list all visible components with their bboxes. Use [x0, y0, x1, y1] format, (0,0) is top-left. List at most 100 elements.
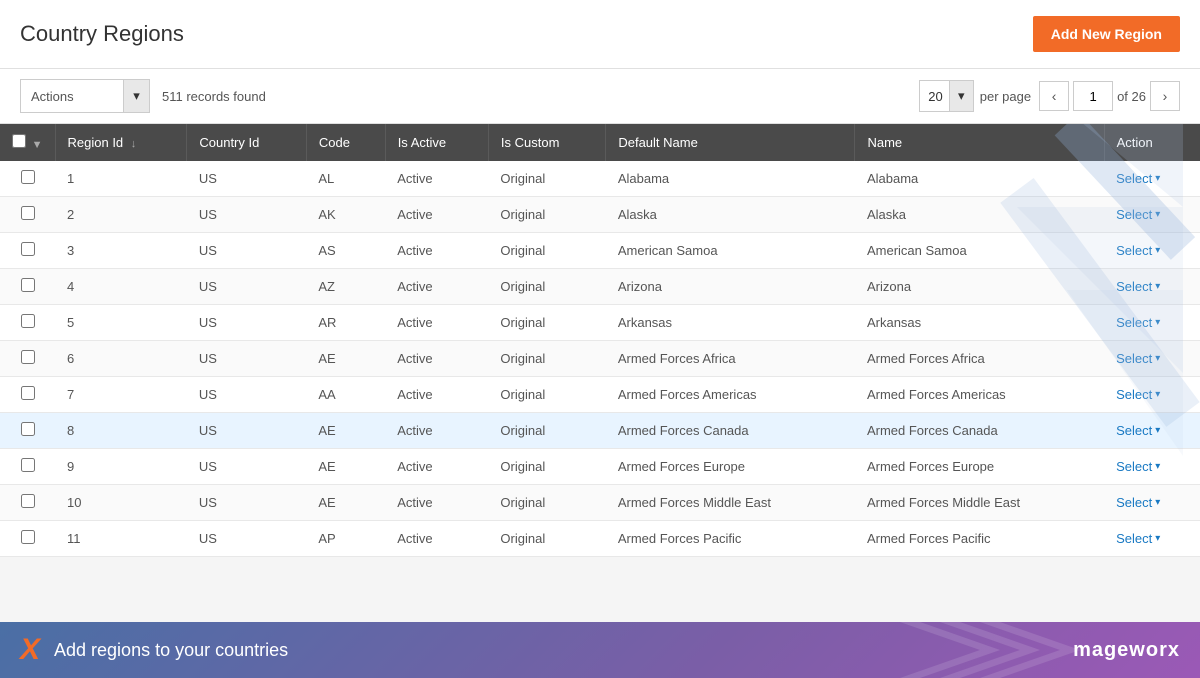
- row-code: AA: [306, 377, 385, 413]
- row-action-cell[interactable]: Select ▾: [1104, 305, 1200, 341]
- select-caret-icon: ▾: [1155, 209, 1160, 220]
- row-checkbox-cell[interactable]: [0, 233, 55, 269]
- row-action-cell[interactable]: Select ▾: [1104, 197, 1200, 233]
- row-is-custom: Original: [488, 341, 605, 377]
- row-name: Alaska: [855, 197, 1104, 233]
- row-is-active: Active: [385, 197, 488, 233]
- page-number-input[interactable]: [1073, 81, 1113, 111]
- th-name[interactable]: Name: [855, 124, 1104, 161]
- th-code[interactable]: Code: [306, 124, 385, 161]
- row-region-id: 8: [55, 413, 187, 449]
- th-action[interactable]: Action: [1104, 124, 1200, 161]
- header-sort-arrow: ▼: [32, 139, 43, 151]
- row-is-active: Active: [385, 341, 488, 377]
- row-checkbox-cell[interactable]: [0, 305, 55, 341]
- row-checkbox[interactable]: [21, 386, 35, 400]
- row-region-id: 11: [55, 521, 187, 557]
- row-select-link[interactable]: Select ▾: [1116, 423, 1188, 438]
- th-region-id[interactable]: Region Id ↓: [55, 124, 187, 161]
- footer-left: X Add regions to your countries: [20, 633, 288, 667]
- row-default-name: Arkansas: [606, 305, 855, 341]
- row-select-link[interactable]: Select ▾: [1116, 351, 1188, 366]
- row-code: AE: [306, 341, 385, 377]
- row-is-active: Active: [385, 521, 488, 557]
- x-icon: X: [20, 633, 40, 667]
- select-caret-icon: ▾: [1155, 245, 1160, 256]
- row-checkbox-cell[interactable]: [0, 161, 55, 197]
- th-default-name[interactable]: Default Name: [606, 124, 855, 161]
- add-new-region-button[interactable]: Add New Region: [1033, 16, 1180, 52]
- row-checkbox[interactable]: [21, 314, 35, 328]
- row-code: AS: [306, 233, 385, 269]
- footer-tagline: Add regions to your countries: [54, 640, 288, 661]
- th-is-active[interactable]: Is Active: [385, 124, 488, 161]
- prev-page-button[interactable]: ‹: [1039, 81, 1069, 111]
- row-checkbox-cell[interactable]: [0, 485, 55, 521]
- row-select-link[interactable]: Select ▾: [1116, 387, 1188, 402]
- row-checkbox[interactable]: [21, 494, 35, 508]
- row-action-cell[interactable]: Select ▾: [1104, 413, 1200, 449]
- row-select-link[interactable]: Select ▾: [1116, 459, 1188, 474]
- row-checkbox-cell[interactable]: [0, 269, 55, 305]
- row-code: AK: [306, 197, 385, 233]
- row-action-cell[interactable]: Select ▾: [1104, 521, 1200, 557]
- row-select-link[interactable]: Select ▾: [1116, 171, 1188, 186]
- row-checkbox[interactable]: [21, 350, 35, 364]
- row-select-link[interactable]: Select ▾: [1116, 315, 1188, 330]
- row-checkbox[interactable]: [21, 170, 35, 184]
- row-select-link[interactable]: Select ▾: [1116, 531, 1188, 546]
- row-checkbox-cell[interactable]: [0, 341, 55, 377]
- row-checkbox[interactable]: [21, 206, 35, 220]
- row-checkbox[interactable]: [21, 422, 35, 436]
- row-select-link[interactable]: Select ▾: [1116, 279, 1188, 294]
- row-action-cell[interactable]: Select ▾: [1104, 269, 1200, 305]
- row-checkbox-cell[interactable]: [0, 449, 55, 485]
- per-page-arrow: ▾: [949, 81, 973, 111]
- row-country-id: US: [187, 233, 306, 269]
- row-checkbox[interactable]: [21, 530, 35, 544]
- row-select-link[interactable]: Select ▾: [1116, 495, 1188, 510]
- row-name: Armed Forces Pacific: [855, 521, 1104, 557]
- row-default-name: Armed Forces Pacific: [606, 521, 855, 557]
- select-caret-icon: ▾: [1155, 281, 1160, 292]
- row-region-id: 6: [55, 341, 187, 377]
- row-checkbox[interactable]: [21, 242, 35, 256]
- row-select-link[interactable]: Select ▾: [1116, 207, 1188, 222]
- row-country-id: US: [187, 449, 306, 485]
- row-action-cell[interactable]: Select ▾: [1104, 341, 1200, 377]
- row-checkbox-cell[interactable]: [0, 377, 55, 413]
- footer-banner: X Add regions to your countries mageworx: [0, 622, 1200, 678]
- row-checkbox[interactable]: [21, 458, 35, 472]
- row-region-id: 7: [55, 377, 187, 413]
- select-all-checkbox[interactable]: [12, 134, 26, 148]
- row-is-custom: Original: [488, 161, 605, 197]
- per-page-label: per page: [980, 89, 1031, 104]
- table-row: 10 US AE Active Original Armed Forces Mi…: [0, 485, 1200, 521]
- row-select-link[interactable]: Select ▾: [1116, 243, 1188, 258]
- next-page-button[interactable]: ›: [1150, 81, 1180, 111]
- row-action-cell[interactable]: Select ▾: [1104, 449, 1200, 485]
- th-checkbox[interactable]: ▼: [0, 124, 55, 161]
- row-checkbox-cell[interactable]: [0, 413, 55, 449]
- row-checkbox[interactable]: [21, 278, 35, 292]
- th-is-custom[interactable]: Is Custom: [488, 124, 605, 161]
- row-action-cell[interactable]: Select ▾: [1104, 161, 1200, 197]
- row-is-custom: Original: [488, 233, 605, 269]
- row-default-name: Alaska: [606, 197, 855, 233]
- actions-dropdown[interactable]: Actions ▾: [20, 79, 150, 113]
- row-default-name: Armed Forces Europe: [606, 449, 855, 485]
- row-name: Armed Forces Canada: [855, 413, 1104, 449]
- select-caret-icon: ▾: [1155, 389, 1160, 400]
- row-default-name: Armed Forces Americas: [606, 377, 855, 413]
- row-action-cell[interactable]: Select ▾: [1104, 233, 1200, 269]
- per-page-value: 20: [928, 89, 942, 104]
- th-country-id[interactable]: Country Id: [187, 124, 306, 161]
- row-country-id: US: [187, 341, 306, 377]
- row-action-cell[interactable]: Select ▾: [1104, 377, 1200, 413]
- row-name: Alabama: [855, 161, 1104, 197]
- row-action-cell[interactable]: Select ▾: [1104, 485, 1200, 521]
- row-checkbox-cell[interactable]: [0, 521, 55, 557]
- table-row: 6 US AE Active Original Armed Forces Afr…: [0, 341, 1200, 377]
- per-page-select[interactable]: 20 ▾: [919, 80, 973, 112]
- row-checkbox-cell[interactable]: [0, 197, 55, 233]
